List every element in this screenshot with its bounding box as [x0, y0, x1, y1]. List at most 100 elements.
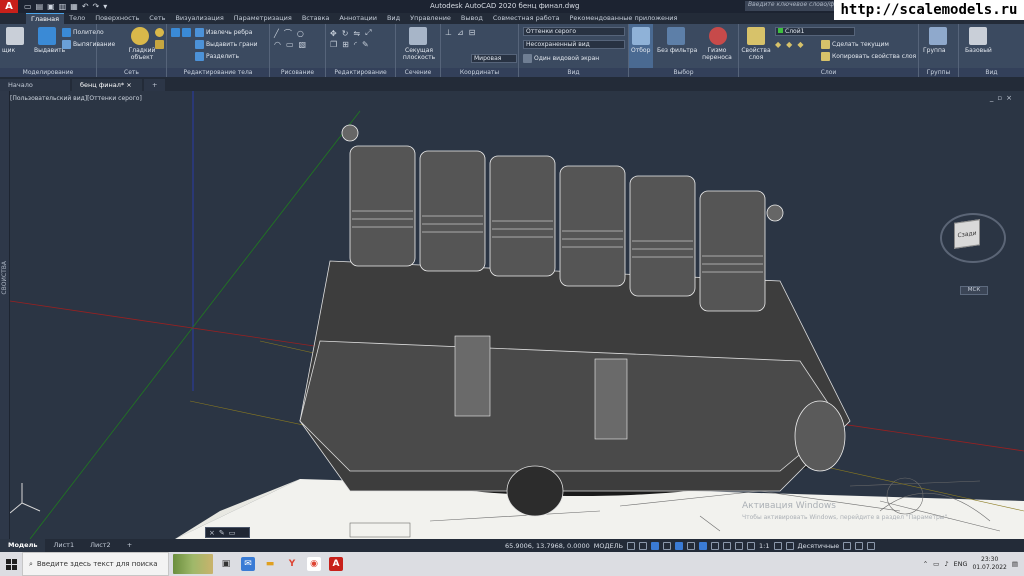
- filter-icon[interactable]: [667, 27, 685, 45]
- panel-title-view-base[interactable]: Вид: [959, 68, 1024, 77]
- qat-dropdown-icon[interactable]: ▾: [103, 2, 107, 11]
- help-search-input[interactable]: Введите ключевое слово/фразу: [745, 1, 840, 11]
- base-view-label[interactable]: Базовый: [965, 47, 992, 54]
- viewport-controls-label[interactable]: [Пользовательский вид][Оттенки серого]: [10, 95, 142, 102]
- grid-icon[interactable]: [627, 541, 636, 550]
- viewport-window-controls[interactable]: _▫×: [990, 94, 1016, 102]
- section-plane-label[interactable]: Секущая плоскость: [398, 47, 440, 61]
- quick-properties-icon[interactable]: [843, 541, 852, 550]
- tab-surface[interactable]: Поверхность: [90, 13, 144, 24]
- panel-title-mesh[interactable]: Сеть: [97, 68, 166, 77]
- annotation-scale[interactable]: 1:1: [759, 542, 769, 550]
- yandex-browser-icon[interactable]: Y: [285, 557, 299, 571]
- no-filter-label[interactable]: Без фильтра: [657, 47, 697, 54]
- panel-title-modeling[interactable]: Моделирование: [0, 68, 96, 77]
- erase-icon[interactable]: ✎: [362, 40, 372, 49]
- panel-title-view[interactable]: Вид: [519, 68, 628, 77]
- smooth-object-label[interactable]: Гладкий объект: [127, 47, 157, 61]
- transparency-icon[interactable]: [735, 541, 744, 550]
- coordinate-system-select[interactable]: Мировая: [471, 54, 517, 63]
- draw-tools-row2[interactable]: ◠ ▭ ▧: [274, 40, 309, 49]
- extrude-faces-button[interactable]: Выдавить грани: [195, 40, 258, 49]
- array-icon[interactable]: ⊞: [342, 40, 352, 49]
- clock[interactable]: 23:30 01.07.2022: [972, 556, 1006, 572]
- single-viewport-button[interactable]: Один видовой экран: [523, 54, 599, 63]
- gizmo-label[interactable]: Гизмо переноса: [699, 47, 735, 61]
- redo-icon[interactable]: ↷: [93, 2, 100, 11]
- hatch-icon[interactable]: ▧: [299, 40, 310, 49]
- layer-isolate-icon[interactable]: ◆: [775, 40, 784, 49]
- lineweight-icon[interactable]: [723, 541, 732, 550]
- file-tab-drawing[interactable]: бенц финал* ×: [72, 79, 142, 91]
- viewcube[interactable]: Сзади: [954, 219, 980, 249]
- draw-tools[interactable]: ╱ ⌒ ○: [274, 28, 307, 39]
- tab-output[interactable]: Вывод: [456, 13, 488, 24]
- workspace-icon[interactable]: [773, 541, 782, 550]
- modify-tools-row2[interactable]: ❐ ⊞ ◜ ✎: [330, 40, 372, 49]
- extrude-icon[interactable]: [38, 27, 56, 45]
- start-button[interactable]: [0, 552, 22, 576]
- task-view-icon[interactable]: ▣: [219, 557, 233, 571]
- new-file-icon[interactable]: ▭: [24, 2, 32, 11]
- cmd-history-icon[interactable]: ▭: [229, 529, 236, 537]
- layout-tab-sheet2[interactable]: Лист2: [82, 539, 119, 552]
- tab-manage[interactable]: Управление: [405, 13, 456, 24]
- layer-properties-label[interactable]: Свойства слоя: [741, 47, 771, 61]
- mail-icon[interactable]: ✉: [241, 557, 255, 571]
- ucs-menu[interactable]: МСК: [960, 286, 988, 295]
- cmd-close-icon[interactable]: ×: [209, 529, 215, 537]
- panel-title-draw[interactable]: Рисование: [270, 68, 325, 77]
- panel-title-groups[interactable]: Группы: [919, 68, 958, 77]
- mirror-icon[interactable]: ⇋: [353, 29, 363, 38]
- rectangle-icon[interactable]: ▭: [286, 40, 297, 49]
- drawing-viewport[interactable]: СВОЙСТВА [Пользовательский вид][Оттенки …: [0, 91, 1024, 539]
- engine-model[interactable]: [299, 124, 851, 517]
- panel-title-selection[interactable]: Выбор: [629, 68, 738, 77]
- customization-icon[interactable]: [867, 541, 876, 550]
- cmd-customize-icon[interactable]: ✎: [219, 529, 225, 537]
- taskbar-search-input[interactable]: ⌕ Введите здесь текст для поиска: [22, 552, 169, 576]
- visual-style-select[interactable]: Оттенки серого: [523, 27, 625, 36]
- polyline-icon[interactable]: ⌒: [284, 28, 295, 39]
- snap-icon[interactable]: [639, 541, 648, 550]
- saved-view-select[interactable]: Несохраненный вид: [523, 40, 625, 49]
- model-space-toggle[interactable]: МОДЕЛЬ: [594, 542, 623, 550]
- tray-arrow-icon[interactable]: ⌃: [923, 560, 928, 568]
- tab-annotate[interactable]: Аннотации: [334, 13, 382, 24]
- infer-icon[interactable]: [651, 541, 660, 550]
- otrack-icon[interactable]: [711, 541, 720, 550]
- tab-view[interactable]: Вид: [382, 13, 405, 24]
- autocad-taskbar-icon[interactable]: A: [329, 557, 343, 571]
- panel-title-layers[interactable]: Слои: [739, 68, 918, 77]
- command-line[interactable]: × ✎ ▭: [205, 527, 250, 538]
- separate-button[interactable]: Разделить: [195, 52, 239, 61]
- ucs-named-icon[interactable]: ⊟: [469, 28, 479, 37]
- close-viewport-icon[interactable]: ×: [1006, 94, 1016, 102]
- network-icon[interactable]: ▭: [933, 560, 939, 568]
- extrude-button-label[interactable]: Выдавить: [34, 47, 65, 54]
- box-icon[interactable]: [6, 27, 24, 45]
- tab-home[interactable]: Главная: [26, 13, 65, 24]
- box-button-label[interactable]: щик: [2, 47, 15, 54]
- line-icon[interactable]: ╱: [274, 29, 282, 38]
- extract-edges-button[interactable]: Извлечь ребра: [195, 28, 252, 37]
- scale-icon[interactable]: ⤢: [365, 28, 374, 38]
- current-layer-select[interactable]: Слой1: [775, 27, 855, 36]
- isolate-objects-icon[interactable]: [855, 541, 864, 550]
- tab-mesh[interactable]: Сеть: [144, 13, 170, 24]
- add-layout-button[interactable]: +: [119, 539, 140, 552]
- coordinate-readout[interactable]: 65.9006, 13.7968, 0.0000: [505, 542, 590, 550]
- rotate-icon[interactable]: ↻: [342, 29, 352, 38]
- make-current-button[interactable]: Сделать текущим: [821, 40, 889, 49]
- layer-off-icon[interactable]: ◆: [797, 40, 806, 49]
- tab-featured-apps[interactable]: Рекомендованные приложения: [565, 13, 683, 24]
- units-select[interactable]: Десятичные: [798, 542, 840, 550]
- ucs-3point-icon[interactable]: ⊿: [457, 28, 467, 37]
- move-icon[interactable]: ✥: [330, 29, 340, 38]
- base-view-icon[interactable]: [969, 27, 987, 45]
- plot-icon[interactable]: ▦: [70, 2, 78, 11]
- tab-collaborate[interactable]: Совместная работа: [488, 13, 565, 24]
- isodraft-icon[interactable]: [687, 541, 696, 550]
- fillet-icon[interactable]: ◜: [354, 40, 360, 49]
- group-label[interactable]: Группа: [923, 47, 946, 54]
